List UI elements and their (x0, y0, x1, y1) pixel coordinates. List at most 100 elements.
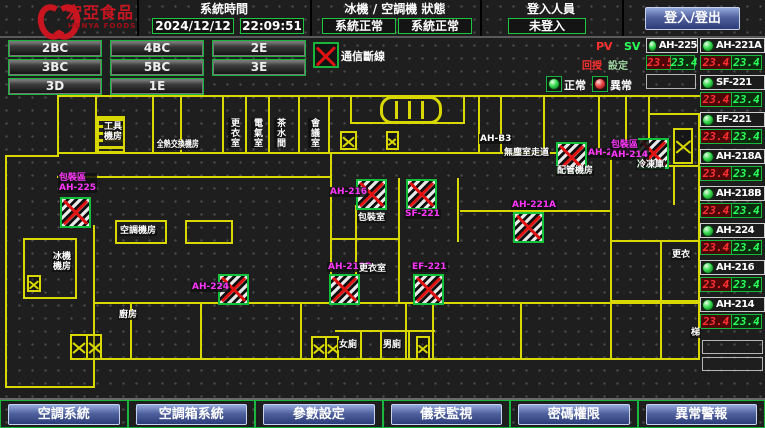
wall (500, 95, 502, 154)
nav-button-空調系統[interactable]: 空調系統 (8, 404, 120, 425)
wall (660, 302, 662, 358)
room-label: 配管機房 (556, 166, 594, 176)
wall (57, 176, 330, 178)
room-label: 冰機 機房 (52, 252, 72, 272)
wall (231, 220, 233, 242)
shaft-icon (386, 131, 399, 150)
wall (23, 238, 25, 298)
ahu-tank-icon (380, 96, 442, 124)
wall (165, 220, 167, 242)
wall (93, 358, 700, 360)
comm-lost-unit-ah-218b[interactable] (329, 274, 360, 305)
wall (152, 95, 154, 154)
unit-plan-label: 包裝區 AH-214 (610, 140, 649, 160)
wall (200, 302, 202, 358)
wall (185, 220, 233, 222)
wall (115, 220, 117, 242)
unit-plan-label: SF-221 (404, 209, 441, 219)
wall (268, 95, 270, 154)
unit-plan-label: EF-221 (411, 262, 448, 272)
wall (23, 238, 77, 240)
floor-plan: 包裝區 AH-225AH-224AH-218BEF-221AH-216SF-22… (0, 0, 765, 426)
wall (245, 95, 247, 154)
nav-button-密碼權限[interactable]: 密碼權限 (518, 404, 630, 425)
wall (328, 95, 330, 154)
room-label: 空調機房 (119, 226, 157, 236)
wall (478, 95, 480, 154)
wall (457, 178, 459, 242)
wall (648, 113, 700, 115)
room-label: AH-B3 (479, 134, 512, 144)
room-label: 工具 機房 (103, 122, 123, 142)
bottom-nav-cell: 異常警報 (638, 400, 765, 428)
wall (350, 95, 352, 124)
wall (543, 95, 545, 154)
room-label: 會議室 (308, 118, 319, 148)
unit-plan-label: AH-224 (191, 282, 230, 292)
wall (298, 95, 300, 154)
room-label: 梯 (690, 328, 701, 338)
wall (115, 242, 167, 244)
comm-lost-unit-ah-221a[interactable] (513, 212, 544, 243)
room-label: 電氣室 (251, 118, 262, 148)
shaft-icon (70, 334, 102, 360)
wall (660, 240, 662, 300)
nav-button-異常警報[interactable]: 異常警報 (646, 404, 758, 425)
wall (610, 240, 698, 242)
wall (360, 330, 362, 358)
wall (185, 220, 187, 242)
wall (300, 302, 302, 358)
wall (610, 302, 612, 358)
shaft-icon (673, 128, 693, 164)
wall (23, 297, 77, 299)
wall (408, 330, 410, 358)
bottom-nav-bar: 空調系統空調箱系統參數設定儀表監視密碼權限異常警報 (0, 398, 765, 428)
unit-plan-label: AH-216 (329, 187, 368, 197)
room-label: 更衣室 (358, 264, 387, 274)
wall (5, 155, 7, 388)
shaft-icon (311, 336, 339, 360)
shaft-icon (27, 275, 41, 292)
wall (115, 220, 167, 222)
wall (222, 95, 224, 154)
unit-plan-label: AH-221A (511, 200, 557, 210)
wall (673, 165, 675, 205)
bottom-nav-cell: 參數設定 (255, 400, 383, 428)
bottom-nav-cell: 密碼權限 (510, 400, 638, 428)
shaft-icon (340, 131, 357, 150)
wall (610, 152, 612, 302)
room-label: 無塵室走道 (503, 148, 550, 158)
wall (93, 358, 95, 388)
wall (330, 238, 400, 240)
wall (5, 155, 59, 157)
room-label: 男廁 (382, 340, 402, 350)
shaft-icon (416, 336, 430, 360)
comm-lost-unit-ef-221[interactable] (413, 274, 444, 305)
room-label: 女廁 (338, 340, 358, 350)
wall (75, 238, 77, 298)
comm-lost-unit-sf-221[interactable] (406, 179, 437, 210)
room-label: 包裝室 (357, 213, 386, 223)
wall (598, 95, 600, 154)
comm-lost-unit-ah-225[interactable] (60, 197, 91, 228)
room-label: 更衣室 (228, 118, 239, 148)
wall (5, 386, 95, 388)
wall (698, 113, 700, 360)
wall (520, 302, 522, 358)
nav-button-空調箱系統[interactable]: 空調箱系統 (136, 404, 248, 425)
room-label: 全熱交換機房 (156, 140, 200, 150)
bottom-nav-cell: 空調系統 (0, 400, 128, 428)
room-label: 冷凍庫 (636, 160, 665, 170)
nav-button-儀表監視[interactable]: 儀表監視 (391, 404, 503, 425)
hmi-screen: { "header": { "brand": "宏亞食品", "brand_su… (0, 0, 765, 426)
wall (335, 330, 435, 332)
wall (398, 178, 400, 302)
nav-button-參數設定[interactable]: 參數設定 (263, 404, 375, 425)
room-label: 更衣 (671, 250, 691, 260)
wall (185, 242, 233, 244)
unit-plan-label: 包裝區 AH-225 (58, 173, 97, 193)
room-label: 廚房 (118, 310, 138, 320)
room-label: 茶水間 (274, 118, 285, 148)
wall (463, 95, 465, 124)
bottom-nav-cell: 儀表監視 (383, 400, 511, 428)
